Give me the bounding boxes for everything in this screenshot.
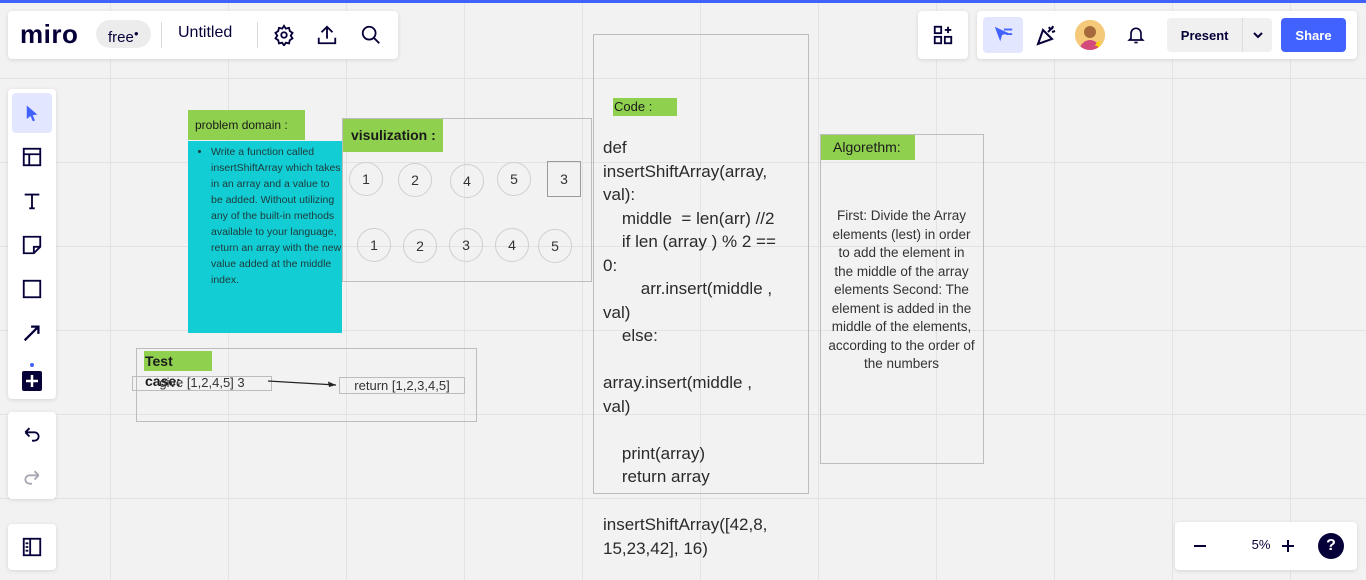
apps-panel — [918, 11, 968, 59]
divider — [257, 22, 258, 48]
add-more-tools-icon[interactable] — [12, 357, 52, 397]
present-button[interactable]: Present — [1167, 18, 1272, 52]
present-label: Present — [1180, 27, 1229, 43]
divider — [161, 22, 162, 48]
visualization-title[interactable]: visulization : — [343, 119, 443, 152]
select-cursor-icon[interactable] — [12, 93, 52, 133]
notifications-bell-icon[interactable] — [1120, 19, 1152, 51]
zoom-in-icon[interactable] — [1273, 532, 1303, 560]
value-circle[interactable]: 1 — [357, 228, 391, 262]
zoom-panel: 5% ? — [1175, 522, 1357, 570]
value-circle[interactable]: 2 — [403, 229, 437, 263]
search-icon[interactable] — [355, 19, 387, 51]
board-name[interactable]: Untitled — [178, 24, 232, 42]
value-circle[interactable]: 4 — [450, 164, 484, 198]
shape-rectangle-icon[interactable] — [12, 269, 52, 309]
problem-domain-title[interactable]: problem domain : — [188, 110, 305, 140]
user-avatar[interactable] — [1075, 20, 1105, 50]
algorithm-title[interactable]: Algorethm: — [821, 135, 915, 160]
share-button[interactable]: Share — [1281, 18, 1346, 52]
connection-arrow-icon[interactable] — [12, 313, 52, 353]
problem-domain-bullet: Write a function called insertShiftArray… — [211, 144, 342, 288]
value-circle[interactable]: 2 — [398, 163, 432, 197]
top-accent-line — [0, 0, 1366, 3]
plan-dot-icon: ● — [133, 29, 139, 38]
problem-domain-sticky[interactable]: Write a function called insertShiftArray… — [188, 141, 342, 333]
collaboration-panel: Present Share — [977, 11, 1357, 59]
value-circle[interactable]: 3 — [449, 228, 483, 262]
zoom-out-icon[interactable] — [1185, 532, 1215, 560]
board-header-panel: miro free● Untitled — [8, 11, 398, 59]
miro-logo[interactable]: miro — [20, 19, 78, 50]
value-circle[interactable]: 5 — [497, 162, 531, 196]
apps-grid-icon[interactable] — [927, 19, 959, 51]
inserted-value-square[interactable]: 3 — [547, 161, 581, 197]
creation-toolbar — [8, 89, 56, 399]
test-case-output[interactable]: return [1,2,3,4,5] — [339, 377, 465, 394]
sticky-note-icon[interactable] — [12, 225, 52, 265]
value-circle[interactable]: 5 — [538, 229, 572, 263]
help-button[interactable]: ? — [1318, 533, 1344, 559]
value-circle[interactable]: 4 — [495, 228, 529, 262]
plan-label: free — [108, 29, 134, 46]
test-case-title[interactable]: Test case: — [144, 351, 212, 389]
test-case-arrow-icon[interactable] — [266, 374, 342, 390]
export-upload-icon[interactable] — [311, 19, 343, 51]
text-tool-icon[interactable] — [12, 181, 52, 221]
test-case-input[interactable]: give [1,2,4,5] 3 — [132, 376, 272, 391]
chevron-down-icon[interactable] — [1242, 18, 1272, 52]
algorithm-body[interactable]: First: Divide the Array elements (lest) … — [828, 207, 975, 374]
value-circle[interactable]: 1 — [349, 162, 383, 196]
sidebar-toggle-icon[interactable] — [12, 527, 52, 567]
settings-gear-icon[interactable] — [268, 19, 300, 51]
redo-icon[interactable] — [12, 457, 52, 497]
undo-icon[interactable] — [12, 414, 52, 454]
problem-domain-list: Write a function called insertShiftArray… — [188, 141, 342, 288]
templates-icon[interactable] — [12, 137, 52, 177]
code-title[interactable]: Code : — [613, 98, 677, 116]
plan-badge[interactable]: free● — [96, 20, 151, 48]
cursor-filter-icon[interactable] — [983, 17, 1023, 53]
celebrate-icon[interactable] — [1031, 19, 1063, 51]
board-list-panel — [8, 524, 56, 570]
code-call[interactable]: insertShiftArray([42,8, 15,23,42], 16) — [603, 513, 767, 560]
history-toolbar — [8, 412, 56, 499]
code-body[interactable]: def insertShiftArray(array, val): middle… — [603, 136, 776, 489]
